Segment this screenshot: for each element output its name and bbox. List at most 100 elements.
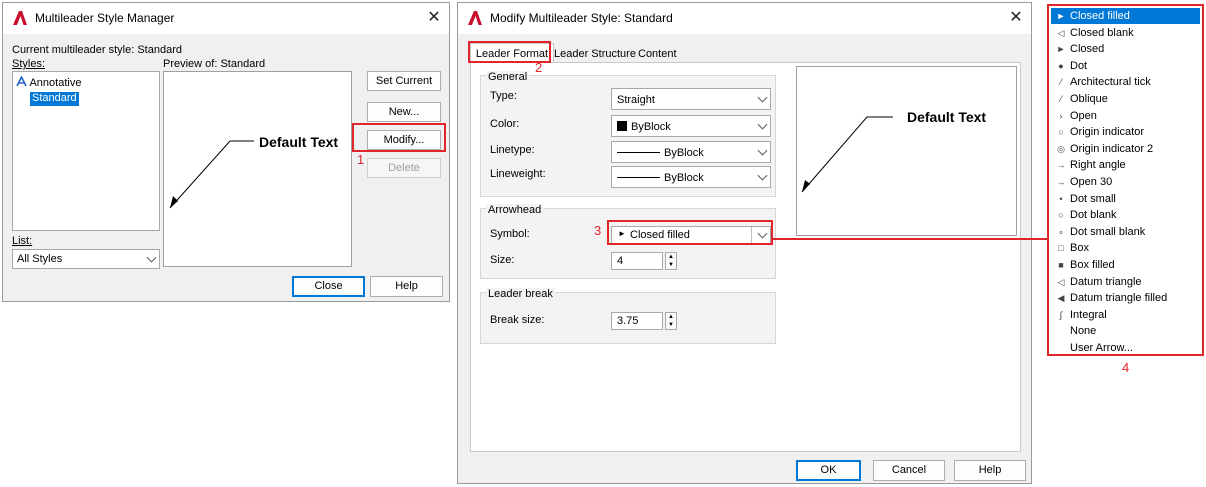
styles-label: Styles: (12, 58, 46, 70)
arrowhead-option[interactable]: → Open 30 (1051, 174, 1200, 190)
arrowhead-option-label: Dot (1070, 59, 1088, 72)
arrowhead-option[interactable]: ■ Box filled (1051, 257, 1200, 273)
ok-button[interactable]: OK (796, 460, 861, 481)
arrowhead-option[interactable]: ○ Origin indicator (1051, 124, 1200, 140)
styles-listbox[interactable]: Annotative Standard (12, 71, 160, 231)
title-bar: Modify Multileader Style: Standard ✕ (458, 3, 1031, 34)
arrowhead-option-label: Oblique (1070, 93, 1108, 105)
break-size-spinner[interactable]: ▲ ▼ (665, 312, 677, 330)
dialog-title: Modify Multileader Style: Standard (490, 11, 673, 25)
dot-icon: ● (1058, 60, 1064, 71)
tab-label: Content (638, 48, 677, 60)
arrowhead-option[interactable]: User Arrow... (1051, 340, 1200, 356)
break-size-input[interactable]: 3.75 (611, 312, 663, 330)
arrowhead-option[interactable]: ⁄ Architectural tick (1051, 74, 1200, 90)
size-value: 4 (617, 255, 624, 267)
arrowhead-option[interactable]: ◁ Closed blank (1051, 25, 1200, 41)
general-label: General (486, 71, 530, 83)
dialog-title: Multileader Style Manager (35, 11, 175, 25)
list-filter-value: All Styles (17, 253, 63, 265)
current-style-label: Current multileader style: Standard (12, 44, 182, 56)
arrowhead-option[interactable]: ⁄ Oblique (1051, 91, 1200, 107)
help-button[interactable]: Help (954, 460, 1026, 481)
color-label: Color: (490, 118, 520, 130)
list-filter-select[interactable]: All Styles (12, 249, 160, 269)
set-current-button[interactable]: Set Current (367, 71, 441, 91)
callout-connector-line (773, 238, 1048, 240)
spinner-up-icon[interactable]: ▲ (666, 253, 676, 261)
arrowhead-option[interactable]: › Open (1051, 108, 1200, 124)
arrowhead-option-label: Origin indicator (1070, 126, 1144, 139)
size-input[interactable]: 4 (611, 252, 663, 270)
delete-button[interactable]: Delete (367, 158, 441, 178)
arrowhead-option-label: Dot small blank (1070, 225, 1146, 238)
multileader-style-manager-dialog: Multileader Style Manager ✕ Current mult… (2, 2, 450, 302)
callout-box-modify (352, 123, 446, 152)
lineweight-select[interactable]: ByBlock (611, 166, 771, 188)
size-spinner[interactable]: ▲ ▼ (665, 252, 677, 270)
chevron-down-icon (146, 252, 157, 263)
close-icon[interactable]: ✕ (422, 7, 446, 29)
closed-blank-arrow-icon: ◁ (1057, 27, 1065, 38)
arrowhead-option[interactable]: ◎ Origin indicator 2 (1051, 141, 1200, 157)
arrowhead-option[interactable]: None (1051, 323, 1200, 339)
style-preview: Default Text (163, 71, 352, 267)
close-button[interactable]: Close (292, 276, 365, 297)
help-button[interactable]: Help (370, 276, 443, 297)
callout-number-1: 1 (357, 152, 365, 167)
arrowhead-option[interactable]: ● Dot (1051, 58, 1200, 74)
arrowhead-option-label: Dot blank (1070, 209, 1117, 222)
tab-content[interactable]: Content (638, 46, 677, 62)
oblique-icon: ⁄ (1060, 94, 1062, 104)
color-select[interactable]: ByBlock (611, 115, 771, 137)
dot-small-icon: • (1059, 193, 1063, 204)
style-item-standard[interactable]: Standard (30, 92, 79, 106)
arrowhead-option-label: Closed filled (1070, 10, 1130, 22)
spinner-down-icon[interactable]: ▼ (666, 321, 676, 329)
arrowhead-option[interactable]: □ Box (1051, 240, 1200, 256)
arrowhead-option[interactable]: ∫ Integral (1051, 307, 1200, 323)
arrowhead-option[interactable]: ► Closed (1051, 41, 1200, 57)
arrowhead-option[interactable]: ∘ Dot small blank (1051, 224, 1200, 240)
arrowhead-option-label: Right angle (1070, 159, 1126, 172)
arrowhead-option[interactable]: ◀ Datum triangle filled (1051, 290, 1200, 306)
new-button[interactable]: New... (367, 102, 441, 122)
box-icon: □ (1058, 243, 1064, 254)
type-value: Straight (617, 94, 655, 106)
arrowhead-option-label: Closed (1070, 43, 1105, 56)
open-30-icon: → (1056, 177, 1066, 187)
cancel-button[interactable]: Cancel (873, 460, 945, 481)
arrowhead-option[interactable]: ○ Dot blank (1051, 207, 1200, 223)
arrowhead-dropdown-list: ► Closed filled ◁ Closed blank ► Closed ● Dot ⁄ A… (1047, 4, 1204, 356)
dot-blank-icon: ○ (1058, 210, 1064, 221)
arrowhead-option[interactable]: ► Closed filled (1051, 8, 1200, 24)
spinner-up-icon[interactable]: ▲ (666, 313, 676, 321)
color-value: ByBlock (631, 121, 671, 133)
close-icon[interactable]: ✕ (1004, 7, 1028, 29)
linetype-label: Linetype: (490, 144, 535, 156)
style-preview: Default Text (796, 66, 1017, 236)
title-bar: Multileader Style Manager ✕ (3, 3, 449, 34)
linetype-sample (617, 152, 660, 153)
leader-preview-graphic (801, 116, 893, 193)
arrowhead-option-label: Architectural tick (1070, 76, 1151, 89)
leader-preview-graphic (169, 140, 254, 209)
arrowhead-option-label: Datum triangle filled (1070, 292, 1168, 305)
arrowhead-option-label: Origin indicator 2 (1070, 142, 1154, 155)
arrowhead-option-label: Box filled (1070, 259, 1115, 271)
origin-indicator-icon: ○ (1058, 127, 1064, 138)
arrowhead-option[interactable]: ◁ Datum triangle (1051, 274, 1200, 290)
architectural-tick-icon: ⁄ (1060, 77, 1062, 88)
type-select[interactable]: Straight (611, 88, 771, 110)
arrowhead-option[interactable]: → Right angle (1051, 157, 1200, 173)
preview-label: Preview of: Standard (163, 58, 266, 70)
preview-default-text: Default Text (259, 134, 339, 150)
size-label: Size: (490, 254, 515, 266)
list-label: List: (12, 235, 33, 247)
tab-leader-structure[interactable]: Leader Structure (554, 46, 636, 62)
style-item-annotative[interactable]: Annotative (16, 75, 81, 90)
spinner-down-icon[interactable]: ▼ (666, 261, 676, 269)
callout-number-4: 4 (1122, 360, 1130, 375)
linetype-select[interactable]: ByBlock (611, 141, 771, 163)
arrowhead-option[interactable]: • Dot small (1051, 191, 1200, 207)
